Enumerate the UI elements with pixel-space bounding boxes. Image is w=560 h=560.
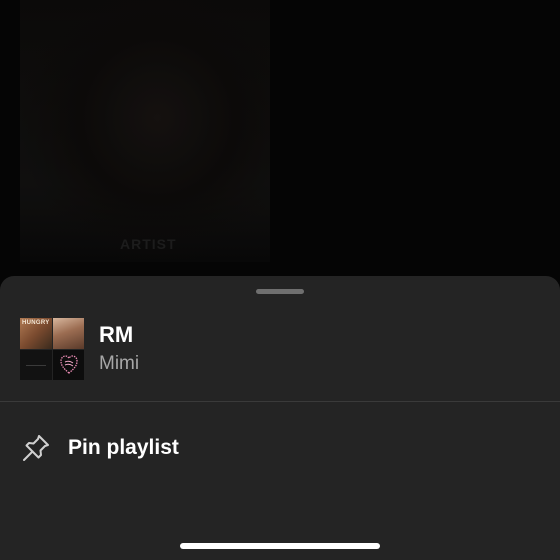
playlist-meta: RM Mimi xyxy=(99,321,139,377)
album-cover-text: HUNGRY xyxy=(22,320,50,326)
home-indicator[interactable] xyxy=(180,543,380,549)
album-cover-icon xyxy=(52,349,84,380)
bottom-sheet: HUNGRY RM Mimi Pin playlist xyxy=(0,276,560,560)
playlist-title: RM xyxy=(99,322,134,347)
background-artwork: ARTIST xyxy=(20,0,270,262)
album-cover-icon: HUNGRY xyxy=(20,318,52,349)
pin-playlist-button[interactable]: Pin playlist xyxy=(20,428,540,468)
pin-icon xyxy=(20,432,52,464)
playlist-cover-image: HUNGRY xyxy=(20,318,84,380)
playlist-owner: Mimi xyxy=(99,353,140,374)
background-artwork-text: ARTIST xyxy=(120,236,177,252)
album-cover-icon xyxy=(20,349,52,380)
album-cover-icon xyxy=(52,318,84,349)
divider xyxy=(0,401,560,402)
playlist-header: HUNGRY RM Mimi xyxy=(20,318,540,380)
screen: ARTIST HUNGRY RM Mimi Pin playlist xyxy=(0,0,560,560)
pin-playlist-label: Pin playlist xyxy=(68,436,179,459)
sheet-grabber-handle[interactable] xyxy=(256,289,304,294)
